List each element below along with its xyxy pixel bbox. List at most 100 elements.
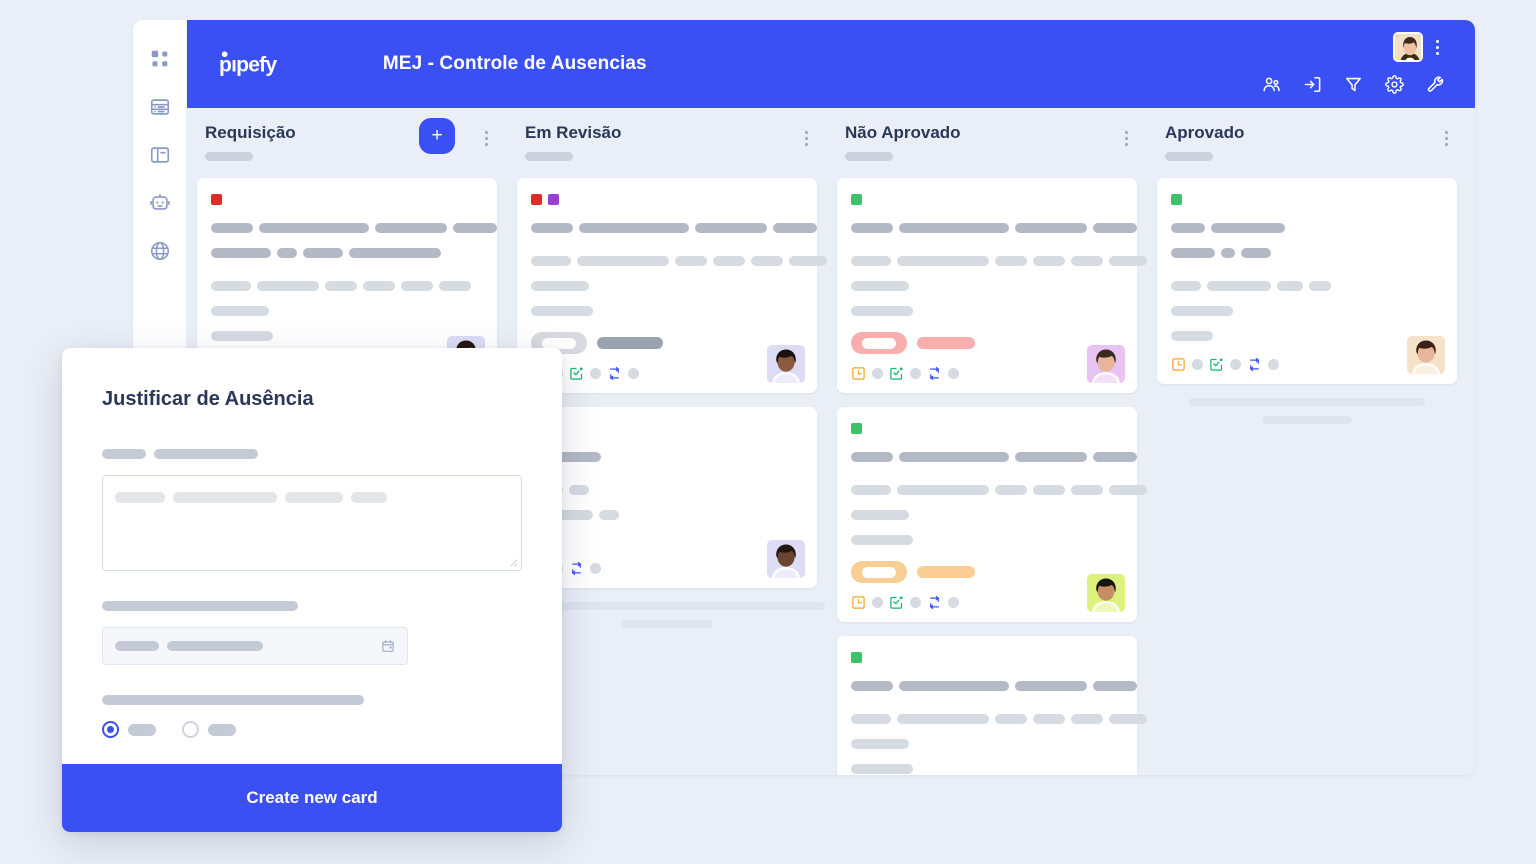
people-icon[interactable] (1262, 75, 1281, 94)
kanban-card[interactable] (1157, 178, 1457, 384)
card-title-bar (773, 222, 817, 233)
archive-inbox-icon[interactable] (1303, 75, 1322, 94)
card-footer-value (872, 597, 883, 608)
connection-icon[interactable] (569, 561, 584, 576)
more-options-button[interactable] (1429, 36, 1445, 58)
card-title-bar (899, 451, 1009, 462)
card-tag[interactable] (548, 194, 559, 205)
gear-icon[interactable] (1385, 75, 1404, 94)
column-menu-button[interactable] (799, 128, 813, 148)
radio-option-1[interactable] (182, 721, 199, 738)
top-bar-tools (1262, 75, 1445, 94)
ghost-placeholder-bar (1189, 398, 1425, 406)
layout-panel-icon[interactable] (149, 144, 171, 166)
card-tags (531, 423, 803, 434)
connection-icon[interactable] (927, 366, 942, 381)
radio-group-label (102, 691, 522, 709)
kanban-card[interactable] (517, 178, 827, 393)
card-title-bar (1093, 451, 1137, 462)
card-meta-bar (1277, 280, 1303, 291)
kanban-card[interactable] (837, 407, 1147, 622)
card-tags (531, 194, 803, 205)
create-new-card-button[interactable]: Create new card (62, 764, 562, 832)
card-tag[interactable] (1171, 194, 1182, 205)
checklist-icon[interactable] (889, 366, 904, 381)
add-card-button[interactable]: + (419, 118, 455, 154)
due-date-icon[interactable] (1171, 357, 1186, 372)
card-meta-bar (1033, 713, 1065, 724)
pipefy-logo-icon[interactable]: pıpefy (219, 51, 341, 77)
card-title-bar (1015, 680, 1087, 691)
column-menu-button[interactable] (1439, 128, 1453, 148)
card-tag[interactable] (211, 194, 222, 205)
avatar[interactable] (1393, 32, 1423, 62)
checklist-icon[interactable] (1209, 357, 1224, 372)
card-tag[interactable] (851, 194, 862, 205)
database-icon[interactable] (149, 96, 171, 118)
robot-icon[interactable] (149, 192, 171, 214)
column-menu-button[interactable] (1119, 128, 1133, 148)
card-title-bar (531, 222, 573, 233)
column-subtitle-placeholder (1165, 152, 1213, 161)
resize-grip-icon[interactable] (509, 558, 518, 567)
connection-icon[interactable] (607, 366, 622, 381)
card-meta-bar (211, 280, 251, 291)
connection-icon[interactable] (927, 595, 942, 610)
due-date-icon[interactable] (851, 595, 866, 610)
connection-icon[interactable] (1247, 357, 1262, 372)
column-title: Em Revisão (525, 123, 622, 142)
column-menu-button[interactable] (479, 128, 493, 148)
card-meta-bar (1109, 484, 1147, 495)
card-badge-row (531, 332, 803, 354)
board-title: MEJ - Controle de Ausencias (382, 53, 647, 74)
card-meta-bar (363, 280, 395, 291)
radio-option-1-label (208, 723, 236, 736)
card-assignee-avatar[interactable] (767, 345, 805, 383)
card-meta-bar (531, 305, 593, 316)
kanban-card[interactable] (837, 636, 1147, 775)
justify-textarea[interactable] (102, 475, 522, 571)
card-status-badge (851, 332, 907, 354)
card-meta-bar (1071, 713, 1103, 724)
filter-icon[interactable] (1344, 75, 1363, 94)
card-footer-value (948, 368, 959, 379)
card-meta-bar (531, 280, 589, 291)
checklist-icon[interactable] (889, 595, 904, 610)
card-tag[interactable] (531, 194, 542, 205)
card-meta-bar (439, 280, 471, 291)
kanban-card[interactable] (837, 178, 1147, 393)
card-meta-bar (897, 255, 989, 266)
column-header: Em Revisão (517, 122, 817, 178)
card-meta-bar (851, 280, 909, 291)
card-assignee-avatar[interactable] (767, 540, 805, 578)
card-meta-bar (1171, 330, 1213, 341)
card-tag[interactable] (851, 423, 862, 434)
card-assignee-avatar[interactable] (1407, 336, 1445, 374)
card-title-bar (211, 222, 253, 233)
dashboard-grid-icon[interactable] (149, 48, 171, 70)
card-footer (531, 561, 803, 576)
card-title-bar (851, 451, 893, 462)
date-input[interactable] (102, 627, 408, 665)
card-assignee-avatar[interactable] (1087, 345, 1125, 383)
justify-value-bar (115, 492, 165, 504)
globe-icon[interactable] (149, 240, 171, 262)
card-meta-bar (1109, 713, 1147, 724)
card-tag[interactable] (851, 652, 862, 663)
calendar-icon[interactable] (381, 639, 395, 653)
radio-label-bar (102, 694, 364, 705)
kanban-card[interactable] (517, 407, 817, 588)
card-meta-bar (211, 330, 273, 341)
justify-textarea-value (115, 489, 509, 507)
wrench-icon[interactable] (1426, 75, 1445, 94)
card-title-bar (579, 222, 689, 233)
card-meta-bar (851, 509, 909, 520)
checklist-icon[interactable] (569, 366, 584, 381)
card-assignee-avatar[interactable] (1087, 574, 1125, 612)
card-title-bar (277, 247, 297, 258)
column-header: Aprovado (1157, 122, 1457, 178)
due-date-icon[interactable] (851, 366, 866, 381)
column-subtitle-placeholder (845, 152, 893, 161)
card-meta-bar (713, 255, 745, 266)
radio-option-0[interactable] (102, 721, 119, 738)
